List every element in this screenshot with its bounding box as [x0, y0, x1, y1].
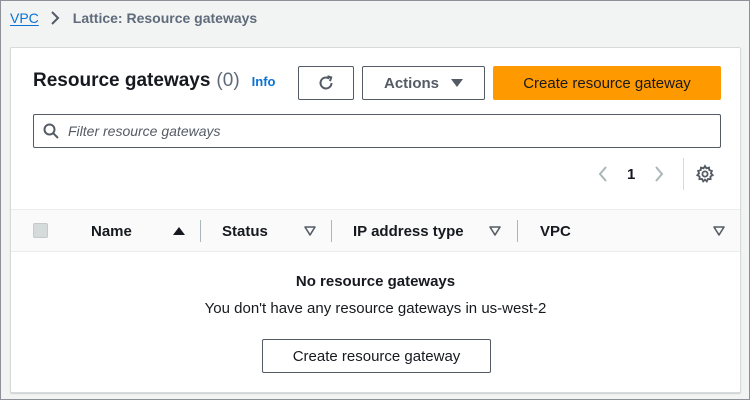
- column-header-status[interactable]: Status: [222, 210, 268, 253]
- column-divider[interactable]: [331, 220, 332, 242]
- caret-down-icon[interactable]: [488, 224, 502, 238]
- item-count: (0): [216, 70, 240, 91]
- search-icon: [43, 123, 59, 139]
- panel-header: Resource gateways (0) Info: [33, 70, 275, 92]
- page-title: Resource gateways: [33, 70, 211, 91]
- pager-divider: [683, 158, 684, 190]
- pagination: 1: [591, 160, 671, 188]
- empty-state-create-button[interactable]: Create resource gateway: [262, 339, 491, 373]
- empty-state-create-label: Create resource gateway: [292, 347, 461, 365]
- breadcrumb-link-vpc[interactable]: VPC: [10, 10, 39, 26]
- caret-down-icon[interactable]: [712, 224, 726, 238]
- caret-up-icon[interactable]: [172, 224, 186, 238]
- page-frame: VPC Lattice: Resource gateways Resource …: [0, 0, 750, 400]
- column-header-vpc[interactable]: VPC: [540, 210, 571, 253]
- gear-icon[interactable]: [695, 164, 715, 184]
- caret-down-icon[interactable]: [303, 224, 317, 238]
- select-all-checkbox[interactable]: [33, 223, 48, 238]
- column-divider[interactable]: [200, 220, 201, 242]
- chevron-left-icon[interactable]: [591, 166, 615, 182]
- empty-state-description: You don't have any resource gateways in …: [204, 300, 547, 317]
- page-number[interactable]: 1: [627, 166, 635, 183]
- create-button-label: Create resource gateway: [523, 74, 691, 92]
- actions-label: Actions: [383, 74, 439, 92]
- column-header-ip-address-type[interactable]: IP address type: [353, 210, 464, 253]
- refresh-button[interactable]: [298, 66, 354, 100]
- breadcrumb: VPC Lattice: Resource gateways: [10, 9, 257, 27]
- caret-down-icon: [451, 75, 463, 92]
- breadcrumb-current: Lattice: Resource gateways: [72, 10, 258, 26]
- table-header-row: Name Status IP address type VPC: [11, 209, 740, 252]
- create-resource-gateway-button[interactable]: Create resource gateway: [493, 66, 721, 100]
- empty-state-title: No resource gateways: [295, 273, 456, 290]
- resource-gateways-panel: Resource gateways (0) Info Actions Creat…: [10, 47, 741, 393]
- column-divider[interactable]: [517, 220, 518, 242]
- column-header-name[interactable]: Name: [91, 210, 132, 253]
- refresh-icon: [317, 74, 335, 92]
- chevron-right-icon: [45, 10, 67, 26]
- info-link[interactable]: Info: [252, 74, 276, 89]
- search-box: [33, 114, 721, 148]
- chevron-right-icon[interactable]: [647, 166, 671, 182]
- actions-button[interactable]: Actions: [362, 66, 485, 100]
- search-input[interactable]: [68, 123, 720, 139]
